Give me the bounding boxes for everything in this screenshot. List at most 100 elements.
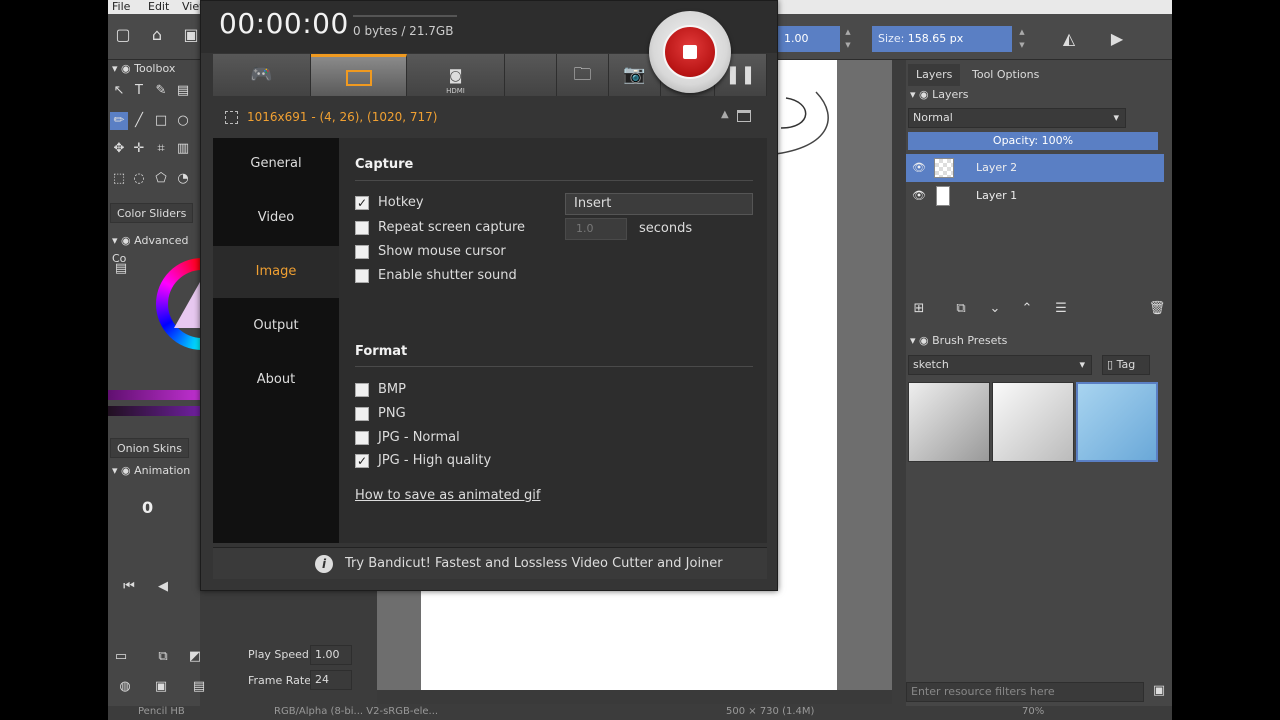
checkbox-box bbox=[355, 269, 369, 283]
krita-right-dock: Layers Tool Options ▾ ◉ Layers Normal ▾ O… bbox=[906, 60, 1172, 706]
brush-preset-airbrush[interactable] bbox=[908, 382, 990, 462]
seconds-label: seconds bbox=[639, 221, 693, 236]
resource-filter-input[interactable]: Enter resource filters here bbox=[906, 682, 1144, 702]
brush-preset-pencil[interactable] bbox=[992, 382, 1074, 462]
layer-row[interactable]: 👁 Layer 1 bbox=[906, 182, 1164, 210]
delete-layer-icon[interactable]: 🗑 bbox=[1148, 300, 1166, 318]
brush-preset-ink-pen[interactable] bbox=[1076, 382, 1158, 462]
format-option-label: BMP bbox=[378, 382, 406, 397]
dup-frame-icon[interactable]: ▤ bbox=[190, 678, 208, 696]
freehand-select-icon[interactable]: ◔ bbox=[174, 170, 192, 188]
mirror-vertical-icon[interactable]: ▶ bbox=[1106, 28, 1128, 50]
brush-size-field[interactable]: Size: 158.65 px bbox=[872, 26, 1012, 52]
animated-gif-link[interactable]: How to save as animated gif bbox=[355, 488, 540, 503]
color-bar-dark[interactable] bbox=[108, 406, 200, 416]
tab-tool-options[interactable]: Tool Options bbox=[964, 64, 1047, 86]
pointer-tool-icon[interactable]: ↖ bbox=[110, 82, 128, 100]
save-icon[interactable]: ▣ bbox=[180, 24, 202, 46]
layer-opacity-slider[interactable]: Opacity: 100% bbox=[908, 132, 1158, 150]
sidebar-item-general[interactable]: General bbox=[213, 138, 339, 190]
key-frame-icon[interactable]: ▣ bbox=[152, 678, 170, 696]
move-tool-icon[interactable]: ✥ bbox=[110, 140, 128, 158]
menu-edit[interactable]: Edit bbox=[148, 0, 169, 13]
screen-rect-icon bbox=[345, 70, 372, 86]
format-divider bbox=[355, 366, 753, 367]
line-tool-icon[interactable]: ╱ bbox=[130, 112, 148, 130]
opacity-spin-icon[interactable]: ▲ ▼ bbox=[842, 26, 854, 52]
brush-tag-select[interactable]: sketch ▾ bbox=[908, 355, 1092, 375]
opacity-field[interactable]: 1.00 bbox=[778, 26, 840, 52]
layer-name[interactable]: Layer 2 bbox=[976, 154, 1017, 182]
color-triangle[interactable] bbox=[174, 282, 200, 328]
polygon-select-icon[interactable]: ⬠ bbox=[152, 170, 170, 188]
onion-skin-icon[interactable]: ▭ bbox=[112, 648, 130, 666]
frame-rate-input[interactable]: 24 bbox=[310, 670, 352, 690]
capture-region-bar: 1016x691 - (4, 26), (1020, 717) ▲ bbox=[213, 101, 767, 133]
tag-button[interactable]: ▯ Tag bbox=[1102, 355, 1150, 375]
camera-icon: 📷 bbox=[623, 64, 646, 85]
first-frame-icon[interactable]: ⏮ bbox=[120, 578, 138, 596]
screen-mode-tab[interactable] bbox=[311, 54, 407, 96]
visibility-eye-icon[interactable]: 👁 bbox=[912, 154, 926, 182]
visibility-eye-icon[interactable]: 👁 bbox=[912, 182, 926, 210]
game-mode-tab[interactable]: 🎮 bbox=[213, 54, 311, 96]
move-layer-up-icon[interactable]: ⌃ bbox=[1018, 300, 1036, 318]
hotkey-input[interactable]: Insert bbox=[565, 193, 753, 215]
rect-select-icon[interactable]: ⬚ bbox=[110, 170, 128, 188]
edit-shape-tool-icon[interactable]: ✎ bbox=[152, 82, 170, 100]
new-document-icon[interactable]: ▢ bbox=[112, 24, 134, 46]
open-folder-icon[interactable]: ⌂ bbox=[146, 24, 168, 46]
transform-tool-icon[interactable]: ✛ bbox=[130, 140, 148, 158]
sidebar-item-output[interactable]: Output bbox=[213, 300, 339, 352]
promo-text[interactable]: Try Bandicut! Fastest and Lossless Video… bbox=[345, 556, 723, 571]
add-layer-icon[interactable]: ⊞ bbox=[910, 300, 928, 318]
layer-name[interactable]: Layer 1 bbox=[976, 182, 1017, 210]
size-spin-icon[interactable]: ▲ ▼ bbox=[1016, 26, 1028, 52]
repeat-capture-label: Repeat screen capture bbox=[378, 220, 525, 235]
play-speed-input[interactable]: 1.00 bbox=[310, 645, 352, 665]
region-select-icon[interactable] bbox=[225, 111, 238, 124]
menu-file[interactable]: File bbox=[112, 0, 130, 13]
tab-onion-skins[interactable]: Onion Skins bbox=[110, 438, 189, 458]
save-filter-icon[interactable]: ▣ bbox=[1150, 682, 1168, 700]
promo-footer[interactable]: i Try Bandicut! Fastest and Lossless Vid… bbox=[213, 547, 767, 579]
color-gradient-bar[interactable] bbox=[108, 390, 200, 400]
move-layer-down-icon[interactable]: ⌄ bbox=[986, 300, 1004, 318]
gradient-tool-icon[interactable]: ▥ bbox=[174, 140, 192, 158]
ellipse-tool-icon[interactable]: ○ bbox=[174, 112, 192, 130]
copy-frame-icon[interactable]: ⧉ bbox=[154, 648, 172, 666]
canvas-margin-right bbox=[837, 60, 892, 690]
file-size-bar bbox=[353, 15, 457, 17]
hotkey-label: Hotkey bbox=[378, 195, 424, 210]
bandicam-window: 00:00:00 0 bytes / 21.7GB 🎮 ◙ HDMI 🗀 📷 ❚❚… bbox=[200, 0, 778, 591]
color-settings-icon[interactable]: ▤ bbox=[112, 260, 130, 278]
rectangle-tool-icon[interactable]: □ bbox=[152, 112, 170, 130]
layer-row[interactable]: 👁 Layer 2 bbox=[906, 154, 1164, 182]
canvas-horizontal-scrollbar[interactable] bbox=[377, 690, 892, 704]
window-mode-icon[interactable] bbox=[737, 110, 751, 122]
record-button[interactable] bbox=[649, 11, 731, 93]
tab-color-sliders[interactable]: Color Sliders bbox=[110, 203, 194, 223]
hdmi-mode-tab[interactable]: ◙ HDMI bbox=[407, 54, 505, 96]
calligraphy-tool-icon[interactable]: ▤ bbox=[174, 82, 192, 100]
pin-icon[interactable]: ◍ bbox=[116, 678, 134, 696]
brush-tool-icon[interactable]: ✏ bbox=[110, 112, 128, 130]
collapse-up-icon[interactable]: ▲ bbox=[721, 109, 729, 120]
tab-layers[interactable]: Layers bbox=[908, 64, 961, 86]
mirror-horizontal-icon[interactable]: ◭ bbox=[1058, 28, 1080, 50]
open-folder-button[interactable]: 🗀 bbox=[557, 54, 609, 96]
previous-frame-icon[interactable]: ◀ bbox=[154, 578, 172, 596]
frame-number[interactable]: 0 bbox=[142, 498, 153, 517]
crop-tool-icon[interactable]: ⌗ bbox=[152, 140, 170, 158]
sidebar-item-image[interactable]: Image bbox=[213, 246, 339, 298]
blend-mode-select[interactable]: Normal ▾ bbox=[908, 108, 1126, 128]
text-tool-icon[interactable]: T bbox=[130, 82, 148, 100]
duplicate-layer-icon[interactable]: ⧉ bbox=[952, 300, 970, 318]
ellipse-select-icon[interactable]: ◌ bbox=[130, 170, 148, 188]
hdmi-label: HDMI bbox=[446, 87, 465, 95]
repeat-seconds-input[interactable]: 1.0 bbox=[565, 218, 627, 240]
layer-properties-icon[interactable]: ☰ bbox=[1052, 300, 1070, 318]
add-frame-icon[interactable]: ◩ bbox=[186, 648, 204, 666]
sidebar-item-about[interactable]: About bbox=[213, 354, 339, 406]
sidebar-item-video[interactable]: Video bbox=[213, 192, 339, 244]
